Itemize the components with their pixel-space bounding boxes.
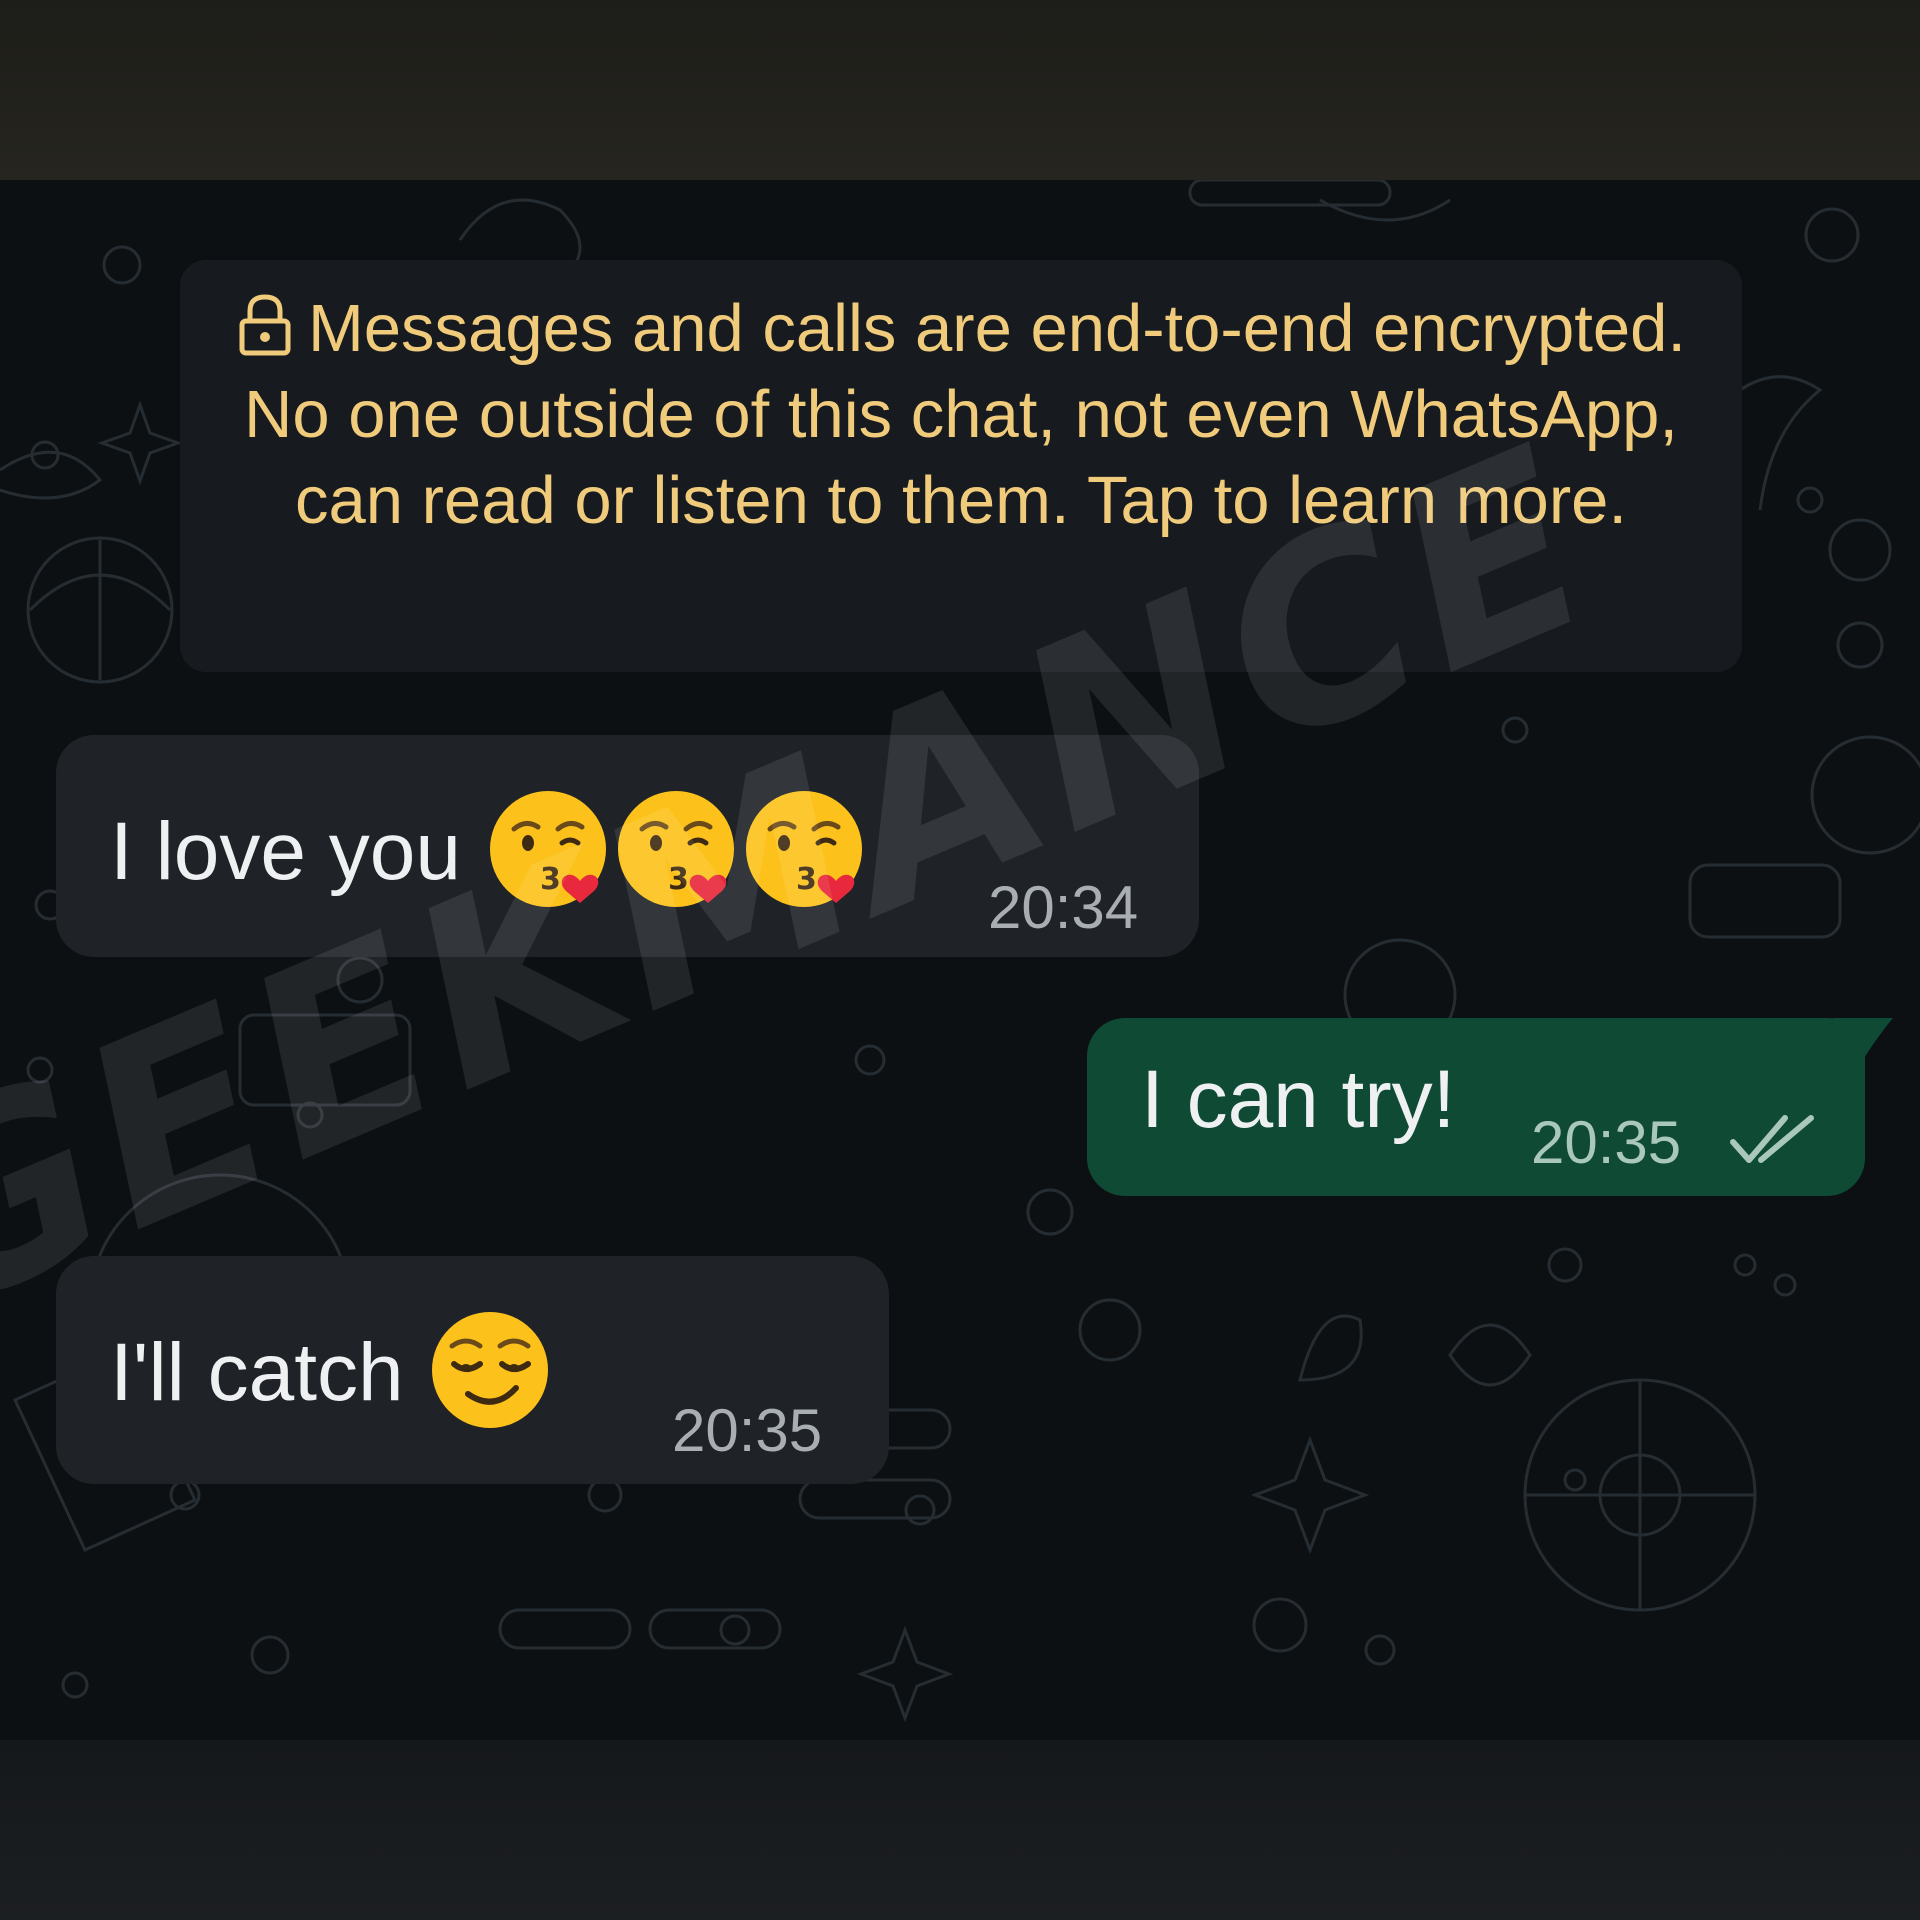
screen: Messages and calls are end-to-end encryp… [0, 0, 1920, 1920]
encryption-notice[interactable]: Messages and calls are end-to-end encryp… [180, 260, 1742, 672]
top-bar [0, 0, 1920, 180]
incoming-message-bubble[interactable]: I'll catch 20:35 [56, 1256, 889, 1484]
encryption-notice-text: Messages and calls are end-to-end encryp… [244, 291, 1686, 538]
double-check-icon [1730, 1115, 1814, 1163]
svg-text:3: 3 [796, 862, 817, 897]
message-text: I love you [110, 806, 461, 897]
message-text: I can try! [1141, 1054, 1456, 1145]
message-content: I love you 3 3 3 [110, 785, 868, 913]
message-content: I'll catch [110, 1306, 554, 1434]
message-text: I'll catch [110, 1327, 404, 1418]
kissing-face-with-heart-emoji: 3 [745, 791, 862, 907]
incoming-message-bubble[interactable]: I love you 3 3 3 20:34 [56, 735, 1199, 957]
svg-text:3: 3 [668, 862, 689, 897]
chat-area[interactable]: Messages and calls are end-to-end encryp… [0, 180, 1920, 1740]
message-time: 20:34 [988, 874, 1139, 941]
svg-text:3: 3 [540, 862, 561, 897]
lock-icon [239, 294, 291, 356]
bottom-bar [0, 1740, 1920, 1920]
message-time: 20:35 [672, 1397, 823, 1464]
smirking-face-emoji [432, 1312, 549, 1428]
outgoing-message-bubble[interactable]: I can try! 20:35 [1087, 1018, 1893, 1196]
kissing-face-with-heart-emoji: 3 [617, 791, 734, 907]
message-time: 20:35 [1531, 1109, 1682, 1176]
kissing-face-with-heart-emoji: 3 [489, 791, 606, 907]
bubble-tail [1833, 1018, 1893, 1076]
